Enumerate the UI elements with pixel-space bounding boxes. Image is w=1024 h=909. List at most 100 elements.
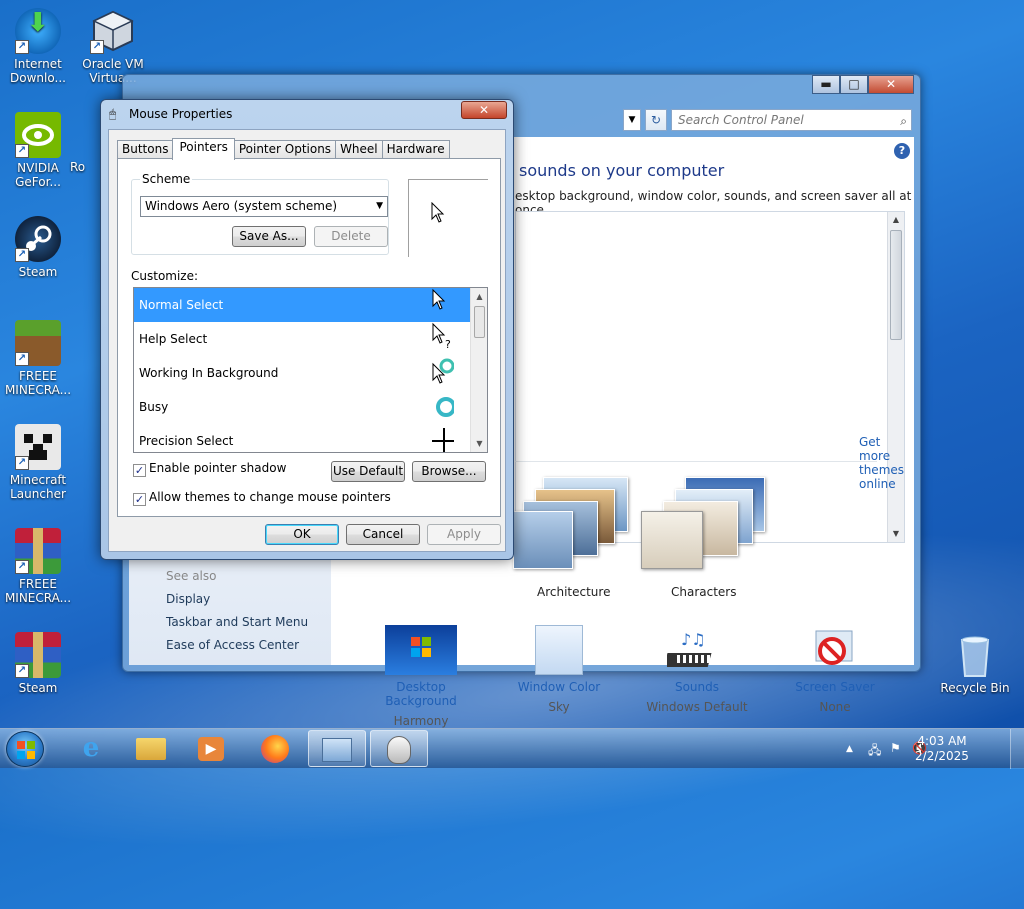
scheme-select[interactable]: Windows Aero (system scheme) ▼ xyxy=(140,196,388,217)
apply-button[interactable]: Apply xyxy=(427,524,501,545)
scheme-label: Scheme xyxy=(140,172,193,186)
desktop-icon-steam[interactable]: ↗ Steam xyxy=(0,216,76,279)
see-also-heading: See also xyxy=(166,569,217,583)
taskbar-firefox[interactable] xyxy=(246,730,304,767)
desktop-icon-label: Recycle Bin xyxy=(940,681,1010,695)
scroll-down-icon[interactable]: ▼ xyxy=(888,526,904,542)
maximize-button[interactable]: □ xyxy=(840,75,868,94)
taskbar-media-player[interactable]: ▶ xyxy=(182,730,240,767)
taskbar-file-explorer[interactable] xyxy=(122,730,180,767)
cursor-list-scrollbar[interactable]: ▲ ▼ xyxy=(470,288,487,452)
desktop-icon-steam-rar[interactable]: ↗ Steam xyxy=(0,632,76,695)
scrollbar-thumb[interactable] xyxy=(890,230,902,340)
cancel-button[interactable]: Cancel xyxy=(346,524,420,545)
dialog-close-button[interactable]: ✕ xyxy=(461,101,507,119)
desktop-background-label: Desktop Background xyxy=(385,680,457,708)
search-icon[interactable]: ⌕ xyxy=(900,111,907,131)
delete-button[interactable]: Delete xyxy=(314,226,388,247)
clock-date: 2/2/2025 xyxy=(915,749,969,763)
desktop-icon-freee-minecraft-rar[interactable]: ↗ FREEE MINECRA... xyxy=(0,528,76,605)
screen-saver-icon xyxy=(810,625,860,675)
show-hidden-icons-icon[interactable]: ▲ xyxy=(846,744,853,754)
system-tray: ▲ 🖧 ⚑ 🔇 4:03 AM 2/2/2025 xyxy=(824,729,1024,769)
screen-saver-item[interactable]: Screen Saver None xyxy=(775,625,895,714)
winrar-icon: ↗ xyxy=(15,528,61,574)
taskbar-control-panel[interactable] xyxy=(308,730,366,767)
desktop-background-item[interactable]: Desktop Background Harmony xyxy=(361,625,481,728)
media-player-icon: ▶ xyxy=(198,737,224,761)
clock-time: 4:03 AM xyxy=(917,734,967,748)
desktop-icon-recycle-bin[interactable]: Recycle Bin xyxy=(937,632,1013,695)
page-title: sounds on your computer xyxy=(519,161,725,180)
dialog-body: Buttons Pointers Pointer Options Wheel H… xyxy=(108,129,506,552)
sounds-item[interactable]: ♪♫ Sounds Windows Default xyxy=(637,625,757,714)
save-as-button[interactable]: Save As... xyxy=(232,226,306,247)
tab-buttons[interactable]: Buttons xyxy=(117,140,174,159)
ok-button[interactable]: OK xyxy=(265,524,339,545)
desktop-icon-minecraft-launcher[interactable]: ↗ Minecraft Launcher xyxy=(0,424,76,501)
address-dropdown-button[interactable]: ▼ xyxy=(623,109,641,131)
allow-themes-checkbox[interactable]: ✓ Allow themes to change mouse pointers xyxy=(133,490,391,506)
theme-characters[interactable] xyxy=(641,477,769,569)
enable-pointer-shadow-checkbox[interactable]: ✓ Enable pointer shadow xyxy=(133,461,286,477)
show-desktop-button[interactable] xyxy=(1010,729,1024,769)
display-link[interactable]: Display xyxy=(166,592,210,606)
virtualbox-icon: ↗ xyxy=(90,8,136,54)
desktop-icon-partial[interactable]: Ro xyxy=(70,160,100,174)
list-item[interactable]: Normal Select xyxy=(134,288,487,322)
desktop-icon-freee-minecraft[interactable]: ↗ FREEE MINECRA... xyxy=(0,320,76,397)
shortcut-arrow-icon: ↗ xyxy=(15,352,29,366)
checkbox-checked-icon[interactable]: ✓ xyxy=(133,493,146,506)
mouse-properties-dialog[interactable]: 🖱 Mouse Properties ✕ Buttons Pointers Po… xyxy=(100,99,514,560)
cursor-list[interactable]: Normal Select Help Select ? Working In B… xyxy=(133,287,488,453)
list-item[interactable]: Precision Select xyxy=(134,424,487,452)
get-more-themes-link[interactable]: Get more themes online xyxy=(859,435,914,491)
action-center-flag-icon[interactable]: ⚑ xyxy=(890,741,901,755)
desktop-icon-internet-download-manager[interactable]: ⬇ ↗ Internet Downlo... xyxy=(0,8,76,85)
list-item[interactable]: Working In Background xyxy=(134,356,487,390)
taskbar-start-menu-link[interactable]: Taskbar and Start Menu xyxy=(166,615,308,629)
help-icon[interactable]: ? xyxy=(894,143,910,159)
start-button[interactable] xyxy=(6,731,44,767)
theme-architecture[interactable] xyxy=(513,477,641,569)
desktop-icon-label: Ro xyxy=(70,160,86,174)
checkbox-label: Allow themes to change mouse pointers xyxy=(149,490,391,504)
theme-gallery-scrollbar[interactable]: ▲ ▼ xyxy=(887,212,904,542)
shortcut-arrow-icon: ↗ xyxy=(15,248,29,262)
ease-of-access-link[interactable]: Ease of Access Center xyxy=(166,638,299,652)
browse-button[interactable]: Browse... xyxy=(412,461,486,482)
clock[interactable]: 4:03 AM 2/2/2025 xyxy=(912,734,972,764)
minimize-button[interactable]: ▬ xyxy=(812,75,840,94)
tab-hardware[interactable]: Hardware xyxy=(381,140,450,159)
window-color-icon xyxy=(535,625,583,675)
working-cursor-icon xyxy=(432,358,454,384)
tab-wheel[interactable]: Wheel xyxy=(335,140,383,159)
network-icon[interactable]: 🖧 xyxy=(868,741,881,762)
use-default-button[interactable]: Use Default xyxy=(331,461,405,482)
refresh-button[interactable]: ↻ xyxy=(645,109,667,131)
checkbox-checked-icon[interactable]: ✓ xyxy=(133,464,146,477)
chevron-down-icon: ▼ xyxy=(376,201,383,211)
list-item[interactable]: Busy xyxy=(134,390,487,424)
desktop-icon-label: FREEE MINECRA... xyxy=(4,369,72,397)
tab-pointer-options[interactable]: Pointer Options xyxy=(233,140,337,159)
list-item[interactable]: Help Select ? xyxy=(134,322,487,356)
taskbar-mouse-properties[interactable] xyxy=(370,730,428,767)
theme-label-architecture: Architecture xyxy=(537,585,611,599)
window-caption-buttons: ▬ □ ✕ xyxy=(812,75,914,94)
windows-logo-icon xyxy=(17,741,35,759)
scroll-down-icon[interactable]: ▼ xyxy=(471,435,487,452)
scroll-up-icon[interactable]: ▲ xyxy=(471,288,487,305)
scrollbar-thumb[interactable] xyxy=(474,306,485,338)
address-bar: ▼ ↻ Search Control Panel ⌕ xyxy=(623,109,912,133)
taskbar-internet-explorer[interactable]: e xyxy=(62,730,120,767)
close-button[interactable]: ✕ xyxy=(868,75,914,94)
desktop-icon-nvidia[interactable]: ↗ NVIDIA GeFor... xyxy=(0,112,76,189)
winrar-icon: ↗ xyxy=(15,632,61,678)
window-color-item[interactable]: Window Color Sky xyxy=(499,625,619,714)
scroll-up-icon[interactable]: ▲ xyxy=(888,212,904,228)
tab-pointers[interactable]: Pointers xyxy=(172,138,235,160)
window-color-value: Sky xyxy=(548,700,570,714)
search-input[interactable]: Search Control Panel ⌕ xyxy=(671,109,912,131)
desktop-icon-label: Internet Downlo... xyxy=(10,57,66,85)
